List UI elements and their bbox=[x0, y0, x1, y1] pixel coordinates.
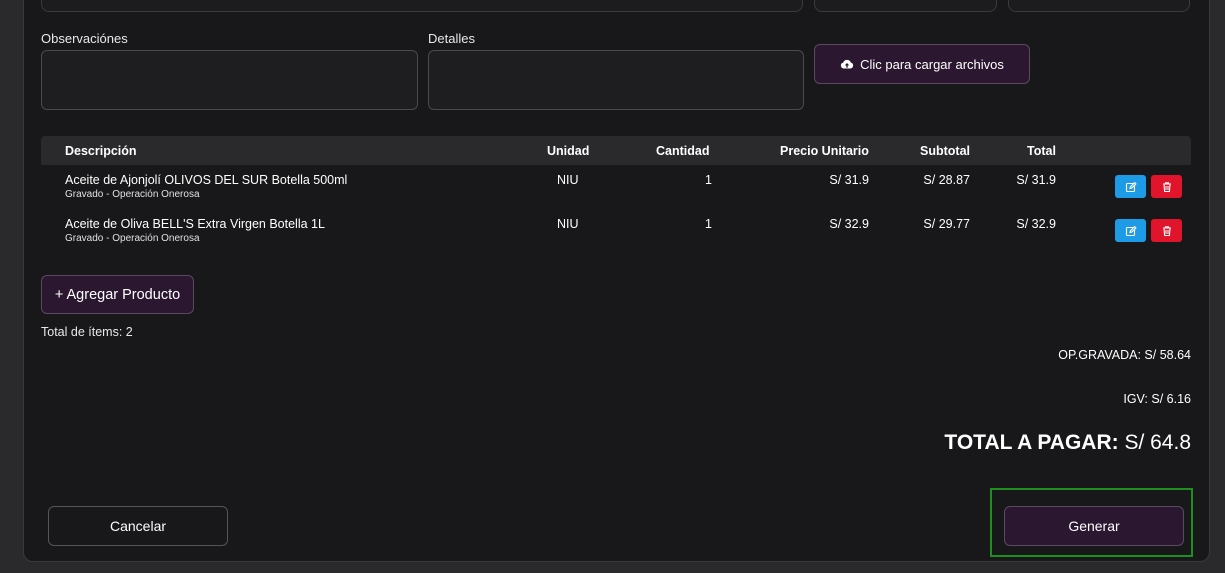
pencil-icon bbox=[1125, 225, 1137, 236]
top-field-2[interactable] bbox=[814, 0, 997, 12]
items-count: Total de ítems: 2 bbox=[41, 325, 133, 339]
row-quantity: 1 bbox=[705, 217, 712, 231]
th-unidad: Unidad bbox=[547, 144, 590, 158]
th-subtotal: Subtotal bbox=[920, 144, 970, 158]
edit-row-button[interactable] bbox=[1115, 219, 1146, 242]
row-quantity: 1 bbox=[705, 173, 712, 187]
row-description: Aceite de Ajonjolí OLIVOS DEL SUR Botell… bbox=[65, 173, 348, 187]
th-cantidad: Cantidad bbox=[656, 144, 710, 158]
cloud-upload-icon bbox=[840, 59, 854, 69]
row-total: S/ 32.9 bbox=[1016, 217, 1056, 231]
add-product-button[interactable]: + Agregar Producto bbox=[41, 275, 194, 314]
row-unit: NIU bbox=[557, 217, 579, 231]
table-row: Aceite de Ajonjolí OLIVOS DEL SUR Botell… bbox=[41, 165, 1191, 207]
observaciones-textarea[interactable] bbox=[41, 50, 418, 110]
generate-button[interactable]: Generar bbox=[1004, 506, 1184, 546]
row-description: Aceite de Oliva BELL'S Extra Virgen Bote… bbox=[65, 217, 325, 231]
row-unit-price: S/ 32.9 bbox=[829, 217, 869, 231]
delete-row-button[interactable] bbox=[1151, 219, 1182, 242]
grand-total-label: TOTAL A PAGAR: bbox=[944, 431, 1119, 454]
trash-icon bbox=[1162, 181, 1171, 192]
row-subtotal: S/ 29.77 bbox=[923, 217, 970, 231]
row-subtotal: S/ 28.87 bbox=[923, 173, 970, 187]
observaciones-label: Observaciónes bbox=[41, 31, 128, 46]
th-total: Total bbox=[1027, 144, 1056, 158]
trash-icon bbox=[1162, 225, 1171, 236]
row-unit: NIU bbox=[557, 173, 579, 187]
cancel-button[interactable]: Cancelar bbox=[48, 506, 228, 546]
edit-row-button[interactable] bbox=[1115, 175, 1146, 198]
grand-total: TOTAL A PAGAR: S/ 64.8 bbox=[944, 431, 1191, 455]
grand-total-value: S/ 64.8 bbox=[1118, 431, 1191, 454]
table-row: Aceite de Oliva BELL'S Extra Virgen Bote… bbox=[41, 209, 1191, 251]
upload-files-label: Clic para cargar archivos bbox=[860, 56, 1004, 72]
top-field[interactable] bbox=[41, 0, 803, 12]
th-descripcion: Descripción bbox=[65, 144, 137, 158]
op-gravada-total: OP.GRAVADA: S/ 58.64 bbox=[1058, 348, 1191, 362]
delete-row-button[interactable] bbox=[1151, 175, 1182, 198]
products-table-header: Descripción Unidad Cantidad Precio Unita… bbox=[41, 136, 1191, 165]
top-field-3[interactable] bbox=[1008, 0, 1190, 12]
upload-files-button[interactable]: Clic para cargar archivos bbox=[814, 44, 1030, 84]
row-total: S/ 31.9 bbox=[1016, 173, 1056, 187]
pencil-icon bbox=[1125, 181, 1137, 192]
detalles-textarea[interactable] bbox=[428, 50, 804, 110]
igv-total: IGV: S/ 6.16 bbox=[1123, 392, 1191, 406]
detalles-label: Detalles bbox=[428, 31, 475, 46]
row-unit-price: S/ 31.9 bbox=[829, 173, 869, 187]
row-tax-type: Gravado - Operación Onerosa bbox=[65, 189, 200, 200]
row-tax-type: Gravado - Operación Onerosa bbox=[65, 233, 200, 244]
th-precio-unitario: Precio Unitario bbox=[780, 144, 869, 158]
